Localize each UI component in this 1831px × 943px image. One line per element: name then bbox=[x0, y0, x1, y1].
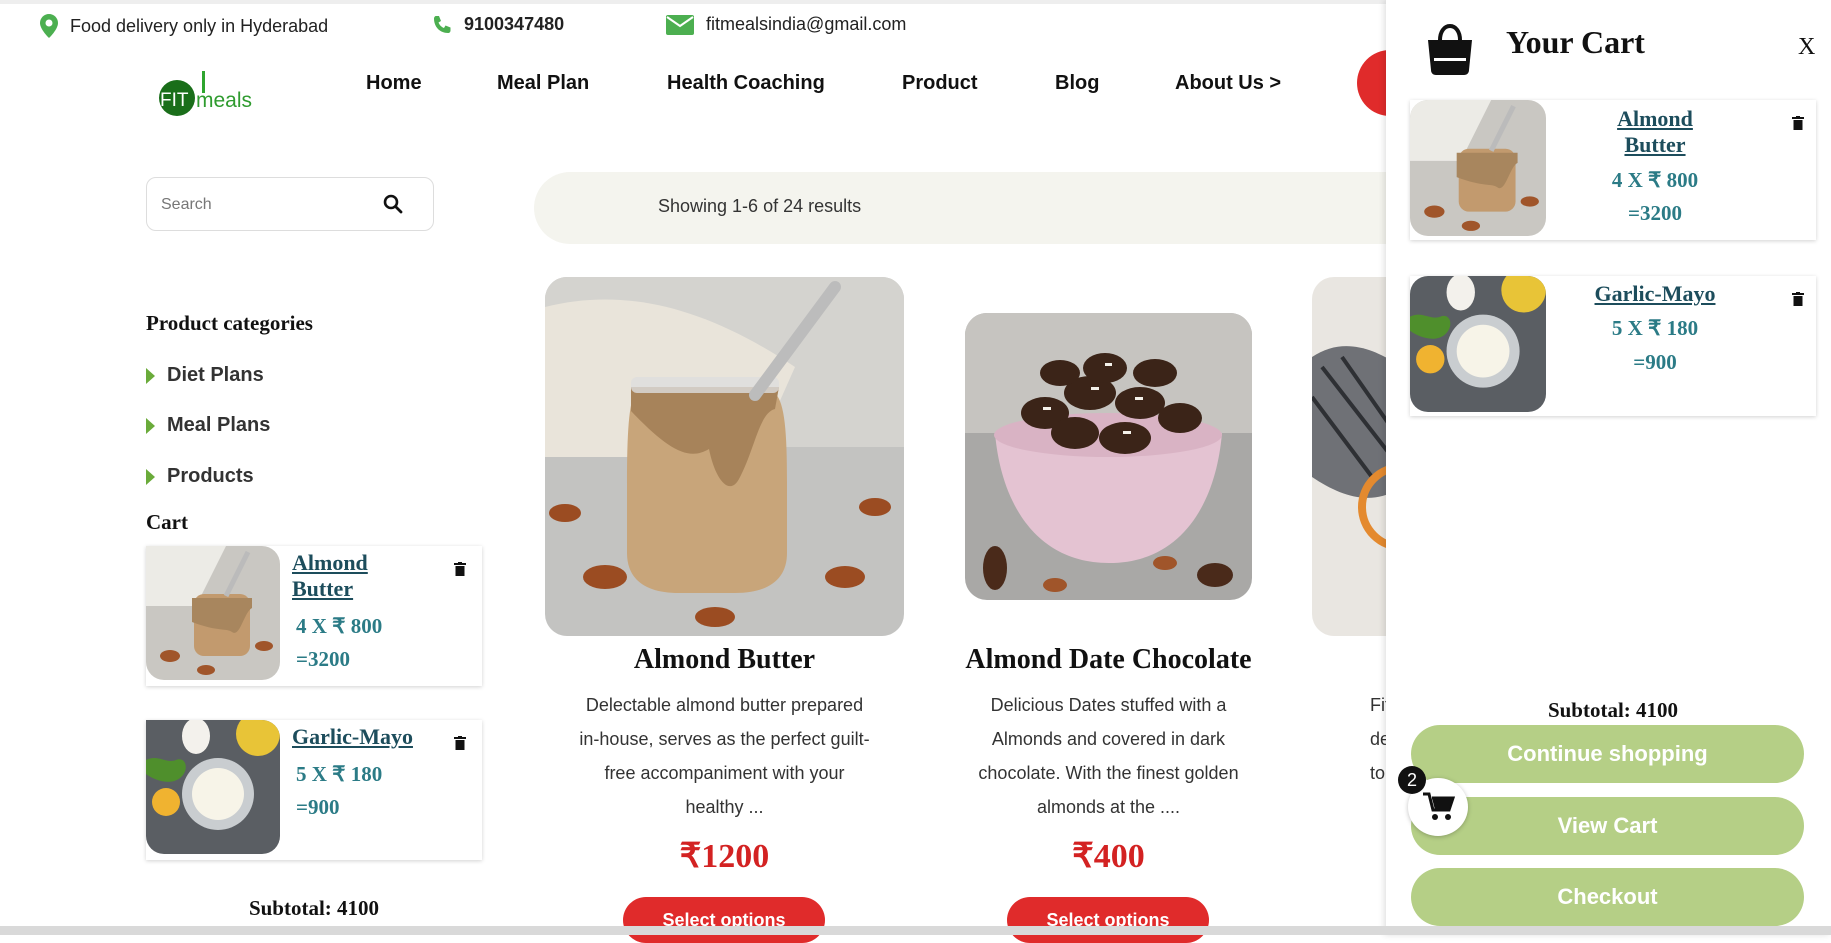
horizontal-scrollbar[interactable] bbox=[0, 926, 1831, 935]
product-price: ₹1200 bbox=[679, 838, 770, 875]
fitmeals-logo[interactable]: FIT meals bbox=[158, 70, 258, 120]
product-categories-heading: Product categories bbox=[146, 311, 313, 335]
logo-text-meals: meals bbox=[196, 89, 252, 112]
search-icon[interactable] bbox=[383, 194, 403, 219]
cart-item-total: =900 bbox=[296, 795, 340, 819]
nav-home[interactable]: Home bbox=[366, 72, 422, 95]
envelope-icon bbox=[666, 14, 694, 35]
product-title[interactable]: Almond Date Chocolate bbox=[925, 644, 1292, 676]
product-description: Delectable almond butter prepared in-hou… bbox=[579, 695, 870, 817]
trash-icon[interactable] bbox=[1792, 292, 1804, 306]
sidebar-subtotal: Subtotal: 4100 bbox=[248, 896, 380, 920]
results-bar: Showing 1-6 of 24 results bbox=[534, 172, 1434, 244]
logo-text-fit: FIT bbox=[160, 90, 189, 111]
email-address[interactable]: fitmealsindia@gmail.com bbox=[706, 14, 906, 35]
select-options-button[interactable]: Select options bbox=[1007, 897, 1209, 943]
product-price: ₹400 bbox=[1072, 838, 1145, 875]
sidebar-cart-item: Garlic-Mayo 5 X ₹ 180 =900 bbox=[146, 720, 482, 860]
category-meal-plans[interactable]: Meal Plans bbox=[146, 414, 270, 437]
triangle-bullet-icon bbox=[146, 367, 155, 384]
phone-icon bbox=[432, 15, 452, 35]
email-info[interactable]: fitmealsindia@gmail.com bbox=[666, 14, 906, 35]
close-cart-button[interactable]: X bbox=[1798, 34, 1815, 61]
select-options-button[interactable]: Select options bbox=[623, 897, 825, 943]
results-count: Showing 1-6 of 24 results bbox=[658, 196, 862, 216]
search-box bbox=[146, 177, 434, 231]
location-pin-icon bbox=[40, 14, 58, 38]
delivery-info: Food delivery only in Hyderabad bbox=[40, 14, 328, 38]
triangle-bullet-icon bbox=[146, 417, 155, 434]
cart-item-name[interactable]: Garlic-Mayo bbox=[1580, 281, 1730, 307]
panel-subtotal: Subtotal: 4100 bbox=[1547, 698, 1679, 722]
cart-item-qty: 4 X ₹ 800 bbox=[1611, 168, 1699, 192]
almond-butter-thumbnail[interactable] bbox=[1410, 100, 1546, 236]
garlic-mayo-thumbnail[interactable] bbox=[1410, 276, 1546, 412]
panel-cart-item: Garlic-Mayo 5 X ₹ 180 =900 bbox=[1410, 276, 1816, 416]
garlic-mayo-thumbnail[interactable] bbox=[146, 720, 280, 854]
view-cart-button[interactable]: View Cart bbox=[1411, 797, 1804, 855]
triangle-bullet-icon bbox=[146, 468, 155, 485]
cart-item-qty: 5 X ₹ 180 bbox=[296, 762, 383, 786]
nav-about-us[interactable]: About Us > bbox=[1175, 72, 1281, 95]
nav-product[interactable]: Product bbox=[902, 72, 978, 95]
almond-butter-thumbnail[interactable] bbox=[146, 546, 280, 680]
search-input[interactable] bbox=[159, 192, 363, 218]
trash-icon[interactable] bbox=[1792, 116, 1804, 130]
phone-number[interactable]: 9100347480 bbox=[464, 14, 564, 35]
delivery-text: Food delivery only in Hyderabad bbox=[70, 15, 329, 36]
nav-health-coaching[interactable]: Health Coaching bbox=[667, 72, 825, 95]
trash-icon[interactable] bbox=[454, 736, 466, 750]
category-diet-plans[interactable]: Diet Plans bbox=[146, 364, 264, 387]
almond-butter-image[interactable] bbox=[545, 277, 904, 636]
checkout-button[interactable]: Checkout bbox=[1411, 868, 1804, 926]
trash-icon[interactable] bbox=[454, 562, 466, 576]
cart-item-qty: 5 X ₹ 180 bbox=[1611, 316, 1699, 340]
category-label: Products bbox=[167, 465, 254, 487]
cart-item-name[interactable]: Almond Butter bbox=[292, 550, 432, 602]
continue-shopping-button[interactable]: Continue shopping bbox=[1411, 725, 1804, 783]
cart-heading: Cart bbox=[146, 510, 188, 534]
category-products[interactable]: Products bbox=[146, 465, 254, 488]
panel-cart-item: Almond Butter 4 X ₹ 800 =3200 bbox=[1410, 100, 1816, 240]
product-description: Delicious Dates stuffed with a Almonds a… bbox=[978, 695, 1239, 817]
category-label: Diet Plans bbox=[167, 364, 264, 386]
cart-icon bbox=[1423, 792, 1456, 827]
cart-count-badge: 2 bbox=[1398, 766, 1426, 794]
nav-meal-plan[interactable]: Meal Plan bbox=[497, 72, 589, 95]
nav-blog[interactable]: Blog bbox=[1055, 72, 1099, 95]
cart-item-name[interactable]: Almond Butter bbox=[1580, 106, 1730, 158]
cart-item-name[interactable]: Garlic-Mayo bbox=[292, 724, 472, 750]
cart-item-qty: 4 X ₹ 800 bbox=[296, 614, 383, 638]
almond-date-chocolate-image[interactable] bbox=[965, 313, 1252, 600]
category-label: Meal Plans bbox=[167, 414, 271, 436]
product-title[interactable]: Almond Butter bbox=[520, 644, 929, 676]
cart-item-total: =3200 bbox=[296, 647, 350, 671]
cart-item-total: =900 bbox=[1633, 350, 1677, 374]
sidebar-cart-item: Almond Butter 4 X ₹ 800 =3200 bbox=[146, 546, 482, 686]
phone-info[interactable]: 9100347480 bbox=[432, 14, 564, 35]
your-cart-title: Your Cart bbox=[1506, 24, 1645, 60]
shopping-bag-icon bbox=[1424, 23, 1476, 81]
cart-item-total: =3200 bbox=[1628, 201, 1682, 225]
